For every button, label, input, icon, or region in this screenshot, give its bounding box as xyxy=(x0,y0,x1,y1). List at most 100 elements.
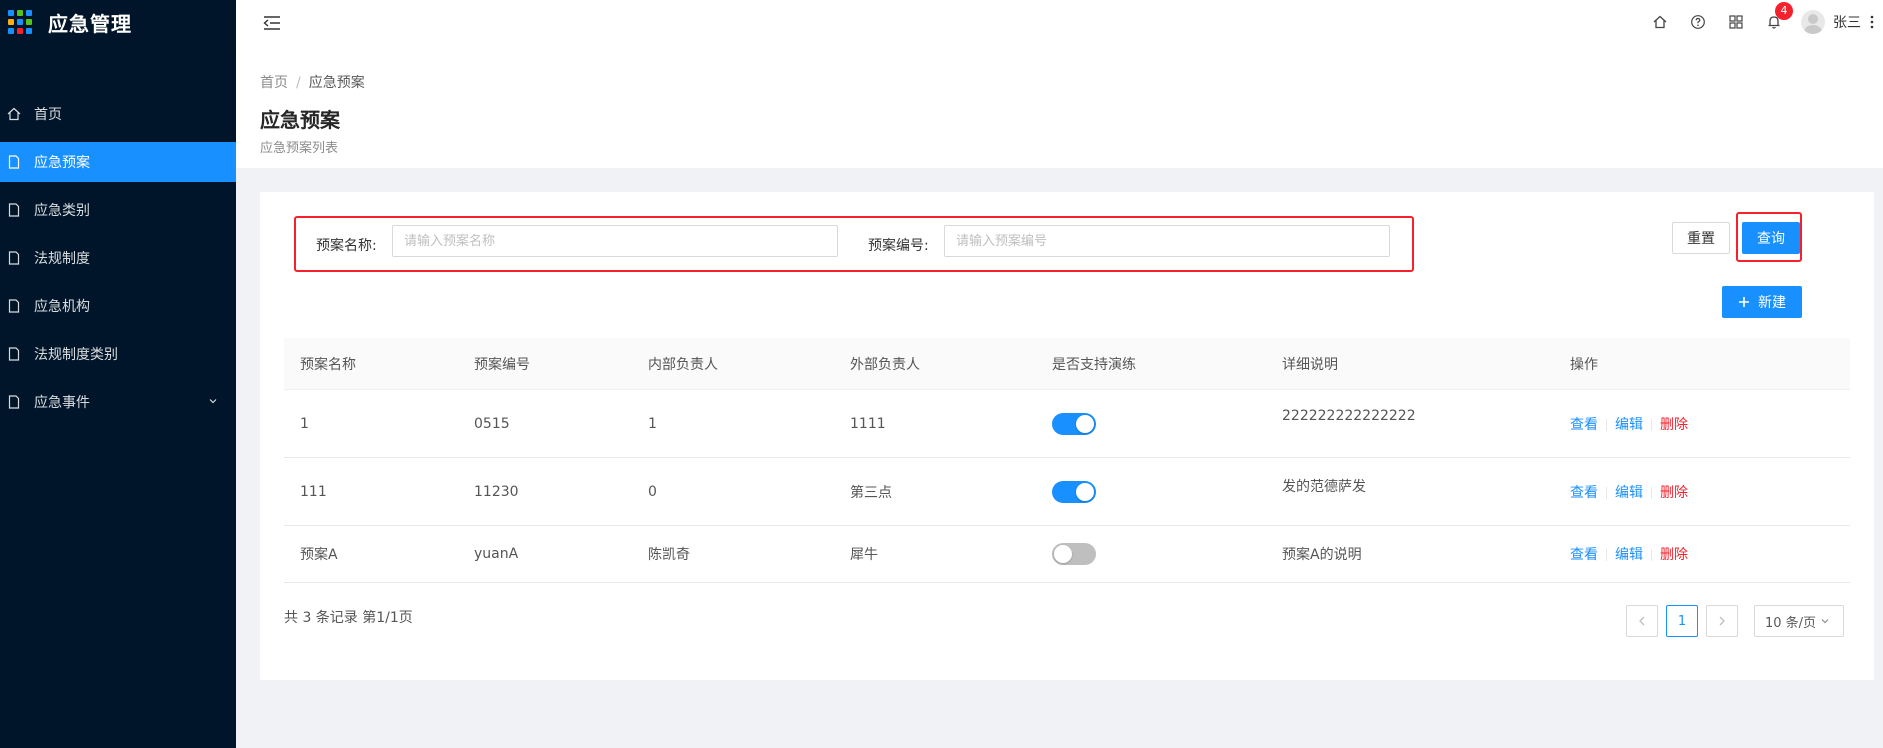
sidebar-item-label: 首页 xyxy=(34,107,62,123)
cell-plan-code: 0515 xyxy=(474,415,510,432)
plan-name-input[interactable] xyxy=(392,225,838,257)
cell-detail: 预案A的说明 xyxy=(1282,547,1362,563)
delete-link[interactable]: 删除 xyxy=(1660,547,1688,563)
drill-toggle[interactable] xyxy=(1052,412,1096,435)
cell-external-owner: 1111 xyxy=(850,415,886,432)
cell-plan-code: 11230 xyxy=(474,483,519,500)
next-page-button[interactable] xyxy=(1706,605,1738,637)
help-icon[interactable] xyxy=(1679,0,1717,44)
toggle-knob xyxy=(1054,545,1072,563)
more-vertical-icon[interactable] xyxy=(1861,0,1883,44)
toggle-knob xyxy=(1076,414,1094,433)
reset-button[interactable]: 重置 xyxy=(1672,222,1730,254)
logo[interactable]: 应急管理 xyxy=(0,0,236,44)
cell-detail: 发的范德萨发 xyxy=(1282,479,1366,495)
edit-link[interactable]: 编辑 xyxy=(1615,547,1643,563)
sidebar-item-label: 法规制度类别 xyxy=(34,347,118,363)
delete-link[interactable]: 删除 xyxy=(1660,485,1688,501)
chevron-down-icon xyxy=(208,394,218,410)
cell-external-owner: 第三点 xyxy=(850,484,892,501)
drill-toggle[interactable] xyxy=(1052,543,1096,565)
page-size-select[interactable]: 10 条/页 xyxy=(1754,605,1844,637)
notification-bell-icon[interactable]: 4 xyxy=(1755,0,1793,44)
avatar xyxy=(1801,10,1825,34)
column-header: 预案名称 xyxy=(300,356,356,373)
plan-code-label: 预案编号: xyxy=(868,238,929,254)
user-menu[interactable]: 张三 xyxy=(1793,0,1861,44)
row-actions: 查看 编辑 删除 xyxy=(1570,544,1688,564)
drill-toggle[interactable] xyxy=(1052,480,1096,503)
query-button[interactable]: 查询 xyxy=(1742,222,1800,254)
page-title: 应急预案 xyxy=(260,108,340,132)
sidebar-menu: 首页 应急预案 应急类别 法规制度 应急机构 法规制度类别 应急事件 xyxy=(0,94,236,422)
sidebar-item-emergency-event[interactable]: 应急事件 xyxy=(0,382,236,422)
sidebar: 应急管理 首页 应急预案 应急类别 法规制度 应急机构 法规制度类别 应急事件 xyxy=(0,0,236,748)
sidebar-item-label: 应急机构 xyxy=(34,299,90,315)
plan-code-input[interactable] xyxy=(944,225,1390,257)
notification-badge: 4 xyxy=(1775,2,1793,20)
breadcrumb-home[interactable]: 首页 xyxy=(260,75,288,91)
header-actions: 4 张三 xyxy=(1641,0,1883,44)
search-form: 预案名称: 预案编号: xyxy=(294,216,1414,272)
cell-plan-code: yuanA xyxy=(474,546,519,562)
cell-detail: 222222222222222 xyxy=(1282,408,1416,424)
app-grid-logo-icon xyxy=(8,10,32,34)
menu-fold-icon[interactable] xyxy=(262,14,282,32)
view-link[interactable]: 查看 xyxy=(1570,485,1598,501)
sidebar-item-emergency-agency[interactable]: 应急机构 xyxy=(0,286,236,326)
page-size-value: 10 条/页 xyxy=(1765,615,1817,631)
cell-external-owner: 犀牛 xyxy=(850,547,878,563)
row-actions: 查看 编辑 删除 xyxy=(1570,414,1688,434)
cell-internal-owner: 0 xyxy=(648,483,657,500)
content-card: 预案名称: 预案编号: 重置 查询 新建 预案名称 预案编号 内部负责人 外部负… xyxy=(260,192,1874,680)
sidebar-item-emergency-category[interactable]: 应急类别 xyxy=(0,190,236,230)
table-header: 预案名称 预案编号 内部负责人 外部负责人 是否支持演练 详细说明 操作 xyxy=(284,338,1850,390)
delete-link[interactable]: 删除 xyxy=(1660,417,1688,433)
page-number-button[interactable]: 1 xyxy=(1666,605,1698,637)
new-button[interactable]: 新建 xyxy=(1722,286,1802,318)
document-icon xyxy=(6,202,22,218)
breadcrumb: 首页 / 应急预案 xyxy=(260,72,1883,92)
plan-name-label: 预案名称: xyxy=(316,238,377,254)
sidebar-item-regulations[interactable]: 法规制度 xyxy=(0,238,236,278)
document-icon xyxy=(6,346,22,362)
sidebar-item-home[interactable]: 首页 xyxy=(0,94,236,134)
chevron-left-icon xyxy=(1639,616,1645,626)
new-button-label: 新建 xyxy=(1758,295,1786,311)
document-icon xyxy=(6,250,22,266)
edit-link[interactable]: 编辑 xyxy=(1615,417,1643,433)
edit-link[interactable]: 编辑 xyxy=(1615,485,1643,501)
chevron-down-icon xyxy=(1820,616,1830,626)
cell-internal-owner: 1 xyxy=(648,415,657,432)
column-header: 是否支持演练 xyxy=(1052,356,1136,373)
column-header: 操作 xyxy=(1570,356,1598,373)
action-divider xyxy=(1651,549,1652,561)
action-divider xyxy=(1606,549,1607,561)
sidebar-item-label: 应急事件 xyxy=(34,395,90,411)
home-icon[interactable] xyxy=(1641,0,1679,44)
cell-internal-owner: 陈凯奇 xyxy=(648,547,690,563)
apps-grid-icon[interactable] xyxy=(1717,0,1755,44)
cell-plan-name: 111 xyxy=(300,483,327,500)
page-header: 首页 / 应急预案 应急预案 应急预案列表 xyxy=(236,54,1883,168)
table-row: 1 0515 1 1111 222222222222222 查看 编辑 删除 xyxy=(284,390,1850,458)
table-row: 111 11230 0 第三点 发的范德萨发 查看 编辑 删除 xyxy=(284,458,1850,526)
view-link[interactable]: 查看 xyxy=(1570,417,1598,433)
sidebar-item-label: 法规制度 xyxy=(34,251,90,267)
chevron-right-icon xyxy=(1719,616,1725,626)
toggle-knob xyxy=(1076,482,1094,501)
sidebar-item-regulation-category[interactable]: 法规制度类别 xyxy=(0,334,236,374)
action-divider xyxy=(1651,486,1652,499)
page-subtitle: 应急预案列表 xyxy=(260,141,339,156)
username: 张三 xyxy=(1833,15,1861,31)
document-icon xyxy=(6,154,22,170)
action-divider xyxy=(1606,418,1607,431)
document-icon xyxy=(6,298,22,314)
breadcrumb-separator: / xyxy=(296,75,301,91)
view-link[interactable]: 查看 xyxy=(1570,547,1598,563)
breadcrumb-current: 应急预案 xyxy=(308,75,365,91)
sidebar-item-label: 应急预案 xyxy=(34,155,90,171)
prev-page-button[interactable] xyxy=(1626,605,1658,637)
sidebar-item-emergency-plan[interactable]: 应急预案 xyxy=(0,142,236,182)
plus-icon xyxy=(1738,296,1750,308)
